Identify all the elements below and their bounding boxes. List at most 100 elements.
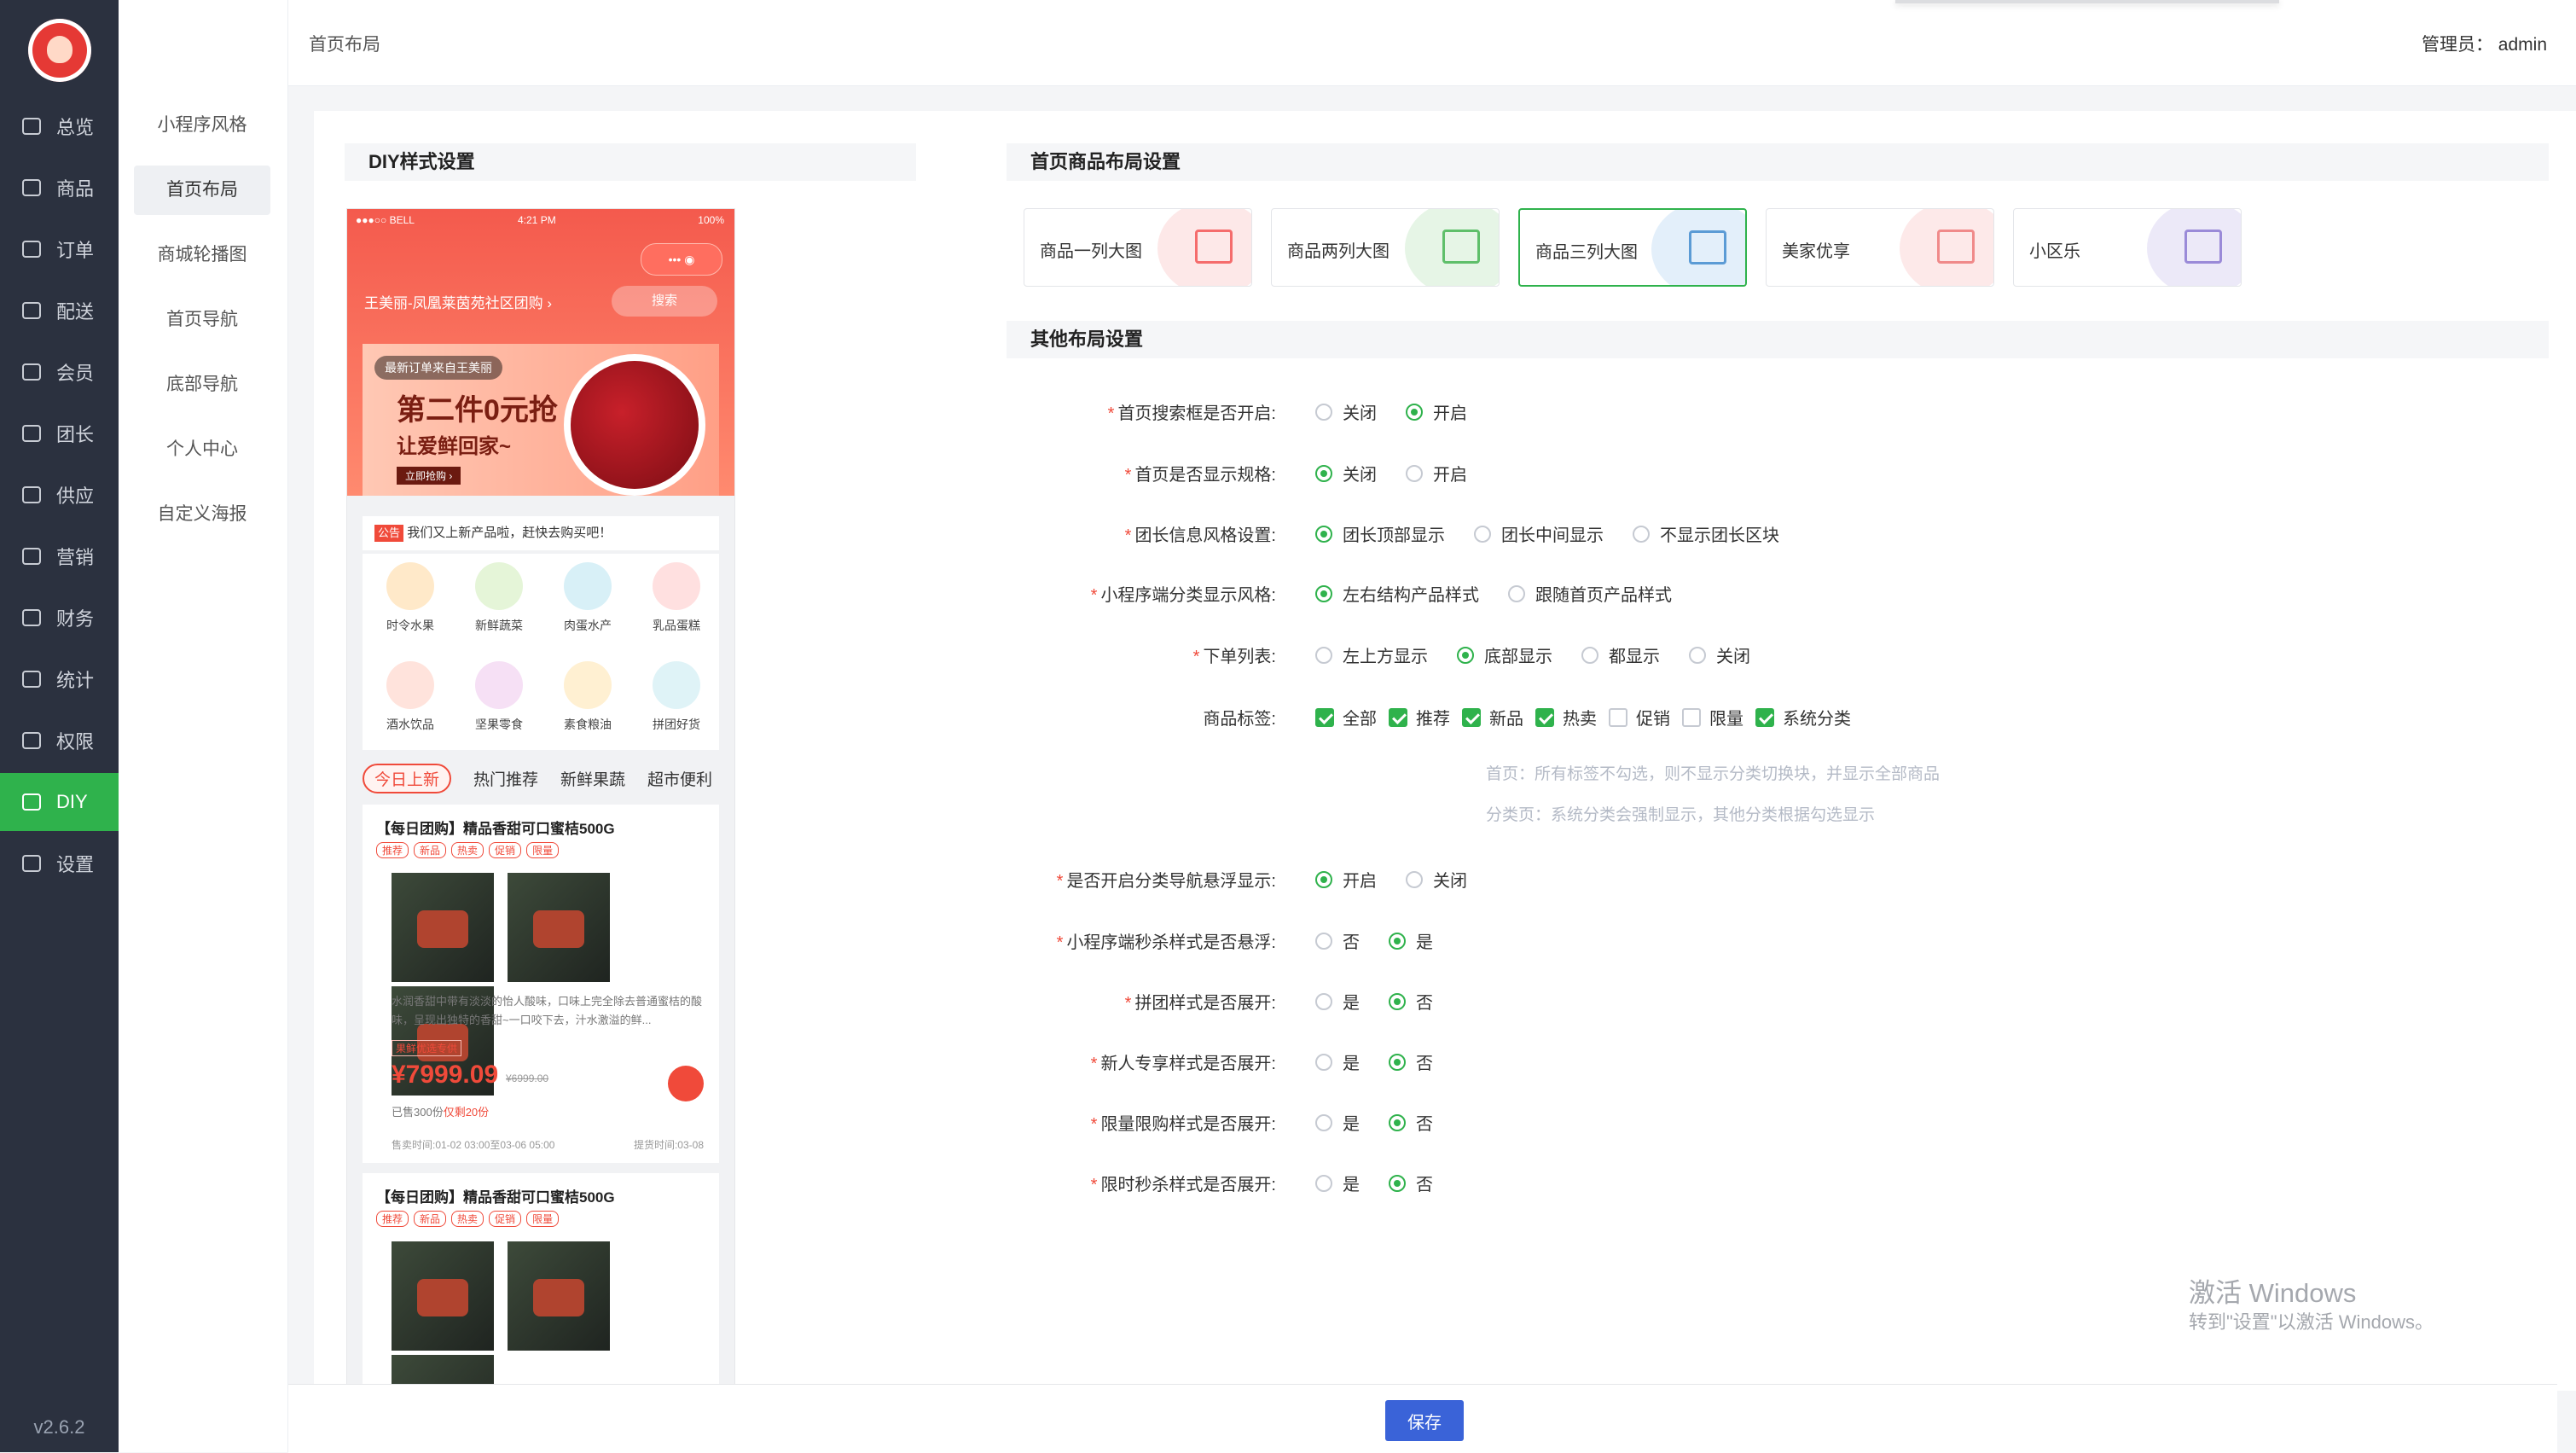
radio-button[interactable] [1389,992,1406,1010]
radio-button[interactable] [1389,1174,1406,1192]
radio-button[interactable] [1457,646,1474,664]
radio-option[interactable]: 团长中间显示 [1474,521,1604,546]
radio-button[interactable] [1474,525,1491,543]
radio-button[interactable] [1581,646,1598,664]
nav-item-13[interactable]: 设置 [0,834,119,892]
radio-option[interactable]: 是 [1315,1110,1360,1135]
radio-option[interactable]: 不显示团长区块 [1633,521,1779,546]
nav-item-7[interactable]: 供应 [0,466,119,524]
radio-option[interactable]: 跟随首页产品样式 [1508,581,1672,606]
checkbox-option[interactable]: 限量 [1682,705,1743,729]
nav-item-4[interactable]: 配送 [0,282,119,340]
radio-button[interactable] [1315,403,1332,421]
save-button[interactable]: 保存 [1385,1400,1464,1441]
submenu-item[interactable]: 小程序风格 [134,101,270,150]
checkbox[interactable] [1535,707,1554,727]
radio-option[interactable]: 否 [1389,1110,1433,1135]
radio-option[interactable]: 是 [1315,1171,1360,1195]
nav-item-6[interactable]: 团长 [0,404,119,462]
radio-button[interactable] [1389,932,1406,950]
checkbox[interactable] [1755,707,1774,727]
radio-option[interactable]: 否 [1389,1171,1433,1195]
radio-option[interactable]: 开启 [1406,399,1467,424]
checkbox-option[interactable]: 热卖 [1535,705,1597,729]
radio-option[interactable]: 都显示 [1581,642,1660,667]
layout-card-2[interactable]: 商品两列大图 [1271,208,1500,287]
radio-button[interactable] [1406,870,1423,888]
radio-option[interactable]: 底部显示 [1457,642,1552,667]
radio-option[interactable]: 关闭 [1689,642,1750,667]
submenu-item[interactable]: 自定义海报 [134,490,270,539]
radio-button[interactable] [1315,1053,1332,1071]
nav-item-5[interactable]: 会员 [0,343,119,401]
radio-option[interactable]: 关闭 [1406,867,1467,892]
radio-option[interactable]: 否 [1389,1049,1433,1074]
radio-button[interactable] [1406,403,1423,421]
radio-option[interactable]: 左右结构产品样式 [1315,581,1479,606]
radio-option[interactable]: 否 [1389,989,1433,1014]
radio-button[interactable] [1508,584,1525,602]
nav-item-8[interactable]: 营销 [0,527,119,585]
radio-button[interactable] [1689,646,1706,664]
radio-button[interactable] [1406,464,1423,482]
checkbox[interactable] [1315,707,1334,727]
other-layout-section-title: 其他布局设置 [1007,321,2549,358]
submenu-item[interactable]: 首页布局 [134,166,270,215]
radio-option[interactable]: 开启 [1315,867,1377,892]
layout-card-3[interactable]: 商品三列大图 [1518,208,1747,287]
layout-card-4[interactable]: 美家优享 [1766,208,1994,287]
checkbox[interactable] [1462,707,1481,727]
phone-preview: ●●●○○ BELL 4:21 PM 100% ••• ◉ 王美丽-凤凰莱茵苑社… [346,208,735,1387]
nav-item-1[interactable]: 总览 [0,97,119,155]
radio-option[interactable]: 是 [1315,989,1360,1014]
layout-card-label: 商品一列大图 [1040,242,1142,261]
nav-item-9[interactable]: 财务 [0,589,119,647]
checkbox-option[interactable]: 促销 [1609,705,1670,729]
radio-button[interactable] [1315,932,1332,950]
breadcrumb[interactable]: 首页布局 [309,31,380,56]
submenu-item[interactable]: 个人中心 [134,425,270,474]
layout-card-1[interactable]: 商品一列大图 [1024,208,1252,287]
radio-option[interactable]: 是 [1315,1049,1360,1074]
radio-option[interactable]: 团长顶部显示 [1315,521,1445,546]
radio-button[interactable] [1315,525,1332,543]
radio-option[interactable]: 否 [1315,928,1360,953]
app-logo[interactable] [28,19,91,82]
radio-option[interactable]: 是 [1389,928,1433,953]
admin-user[interactable]: 管理员： admin [2422,31,2547,56]
submenu-item[interactable]: 底部导航 [134,360,270,410]
checkbox[interactable] [1609,707,1627,727]
layout-card-5[interactable]: 小区乐 [2013,208,2242,287]
radio-button[interactable] [1633,525,1650,543]
checkbox-option[interactable]: 新品 [1462,705,1523,729]
category-label: 新鲜蔬菜 [475,619,523,632]
radio-button[interactable] [1389,1053,1406,1071]
radio-option[interactable]: 关闭 [1315,399,1377,424]
radio-option[interactable]: 开启 [1406,461,1467,485]
submenu-item[interactable]: 商城轮播图 [134,230,270,280]
nav-item-11[interactable]: 权限 [0,712,119,770]
nav-item-12[interactable]: DIY [0,773,119,831]
checkbox-option[interactable]: 推荐 [1389,705,1450,729]
radio-option[interactable]: 关闭 [1315,461,1377,485]
radio-option[interactable]: 左上方显示 [1315,642,1428,667]
banner-buy-button: 立即抢购 › [397,467,461,485]
form-row: * 是否开启分类导航悬浮显示: 开启 关闭 [1024,860,2218,894]
radio-button[interactable] [1315,870,1332,888]
radio-button[interactable] [1389,1113,1406,1131]
checkbox[interactable] [1682,707,1701,727]
submenu-item[interactable]: 首页导航 [134,295,270,345]
radio-button[interactable] [1315,584,1332,602]
radio-button[interactable] [1315,1174,1332,1192]
radio-button[interactable] [1315,1113,1332,1131]
nav-item-2[interactable]: 商品 [0,159,119,217]
radio-button[interactable] [1315,646,1332,664]
checkbox[interactable] [1389,707,1407,727]
nav-item-3[interactable]: 订单 [0,220,119,278]
checkbox-option[interactable]: 全部 [1315,705,1377,729]
checkbox-option[interactable]: 系统分类 [1755,705,1851,729]
radio-button[interactable] [1315,992,1332,1010]
nav-item-10[interactable]: 统计 [0,650,119,708]
truck-icon [22,302,41,319]
radio-button[interactable] [1315,464,1332,482]
